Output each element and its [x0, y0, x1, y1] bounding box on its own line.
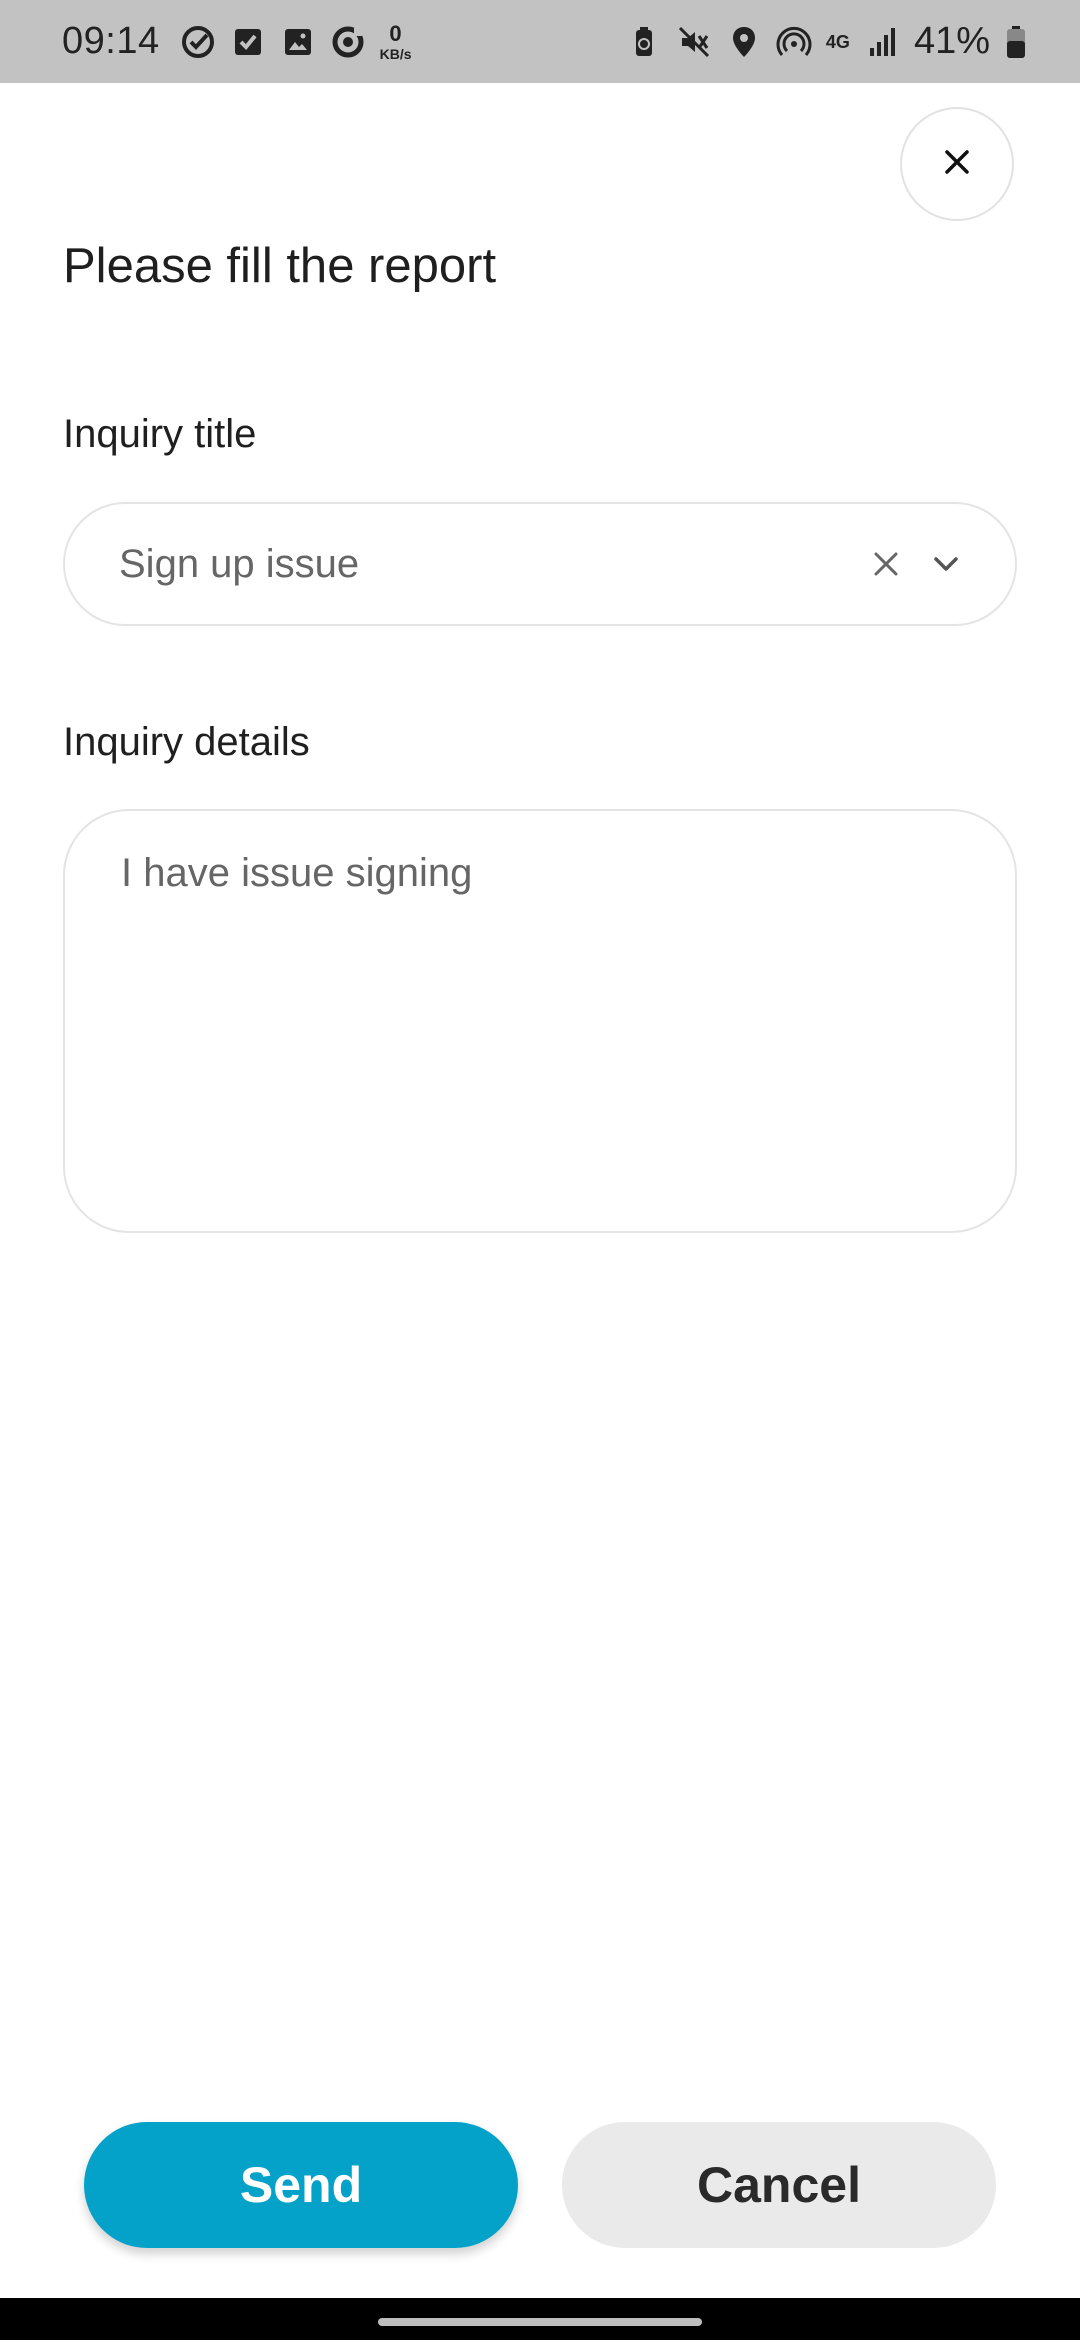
checkbox-icon: [230, 24, 266, 60]
status-right: 4G 41%: [626, 20, 1040, 63]
sync-icon: [330, 24, 366, 60]
inquiry-title-value: Sign up issue: [119, 541, 360, 586]
network-speed-unit: KB/s: [379, 45, 412, 62]
battery-saver-icon: [626, 24, 662, 60]
mute-icon: [676, 24, 712, 60]
status-time: 09:14: [62, 20, 160, 62]
close-button[interactable]: [900, 107, 1014, 221]
inquiry-details-textarea[interactable]: I have issue signing: [63, 809, 1017, 1233]
check-circle-icon: [180, 24, 216, 60]
location-icon: [726, 24, 762, 60]
inquiry-details-label: Inquiry details: [63, 720, 310, 764]
inquiry-details-value: I have issue signing: [121, 851, 473, 895]
home-gesture-handle[interactable]: [378, 2318, 702, 2326]
battery-percent: 41%: [913, 20, 990, 62]
signal-icon: [864, 24, 900, 60]
gallery-icon: [280, 24, 316, 60]
close-icon: [943, 148, 971, 181]
inquiry-title-label: Inquiry title: [63, 412, 257, 456]
send-button[interactable]: Send: [84, 2122, 518, 2248]
status-left: 09:14 0 KB/s: [62, 20, 412, 63]
inquiry-title-select[interactable]: Sign up issue: [63, 502, 1017, 626]
cancel-button[interactable]: Cancel: [562, 2122, 996, 2248]
clear-icon[interactable]: [867, 545, 905, 583]
page-title: Please fill the report: [63, 239, 497, 293]
network-speed: 0 KB/s: [379, 20, 412, 62]
status-bar: 09:14 0 KB/s 4G 41%: [0, 0, 1080, 83]
hotspot-icon: [776, 24, 812, 60]
network-speed-value: 0: [389, 20, 402, 46]
chevron-down-icon[interactable]: [927, 545, 965, 583]
battery-icon: [1004, 24, 1040, 60]
navigation-bar: [0, 2298, 1080, 2340]
network-type: 4G: [825, 31, 850, 52]
